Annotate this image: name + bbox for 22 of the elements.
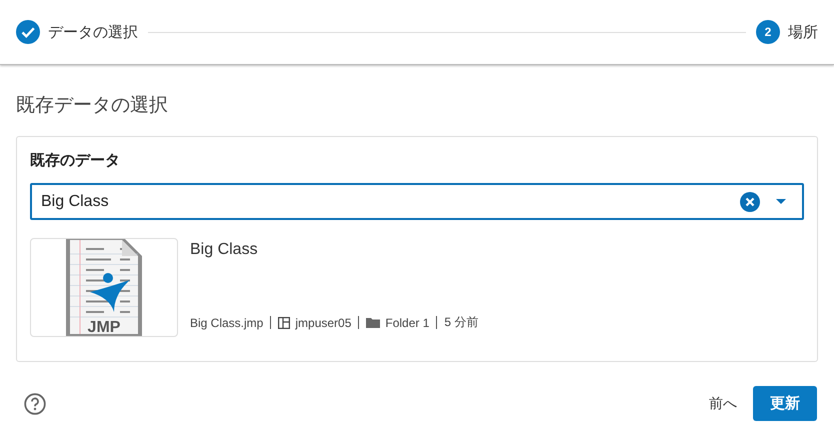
caret-icon	[776, 198, 786, 204]
text-field[interactable]: Big Class	[41, 192, 724, 210]
update-button[interactable]: 更新	[753, 386, 817, 421]
folder-icon	[366, 317, 380, 328]
clear-icon	[740, 192, 760, 212]
step-label: 場所	[788, 22, 818, 42]
data-combobox[interactable]: Big Class	[30, 183, 804, 220]
modified-time: 5 分前	[444, 314, 478, 331]
step-label: データの選択	[48, 22, 138, 42]
card-title: 既存のデータ	[30, 151, 121, 170]
folder-name: Folder 1	[385, 316, 430, 330]
file-name: Big Class.jmp	[190, 316, 264, 330]
help-button[interactable]	[24, 392, 46, 414]
step-number: 2	[756, 20, 780, 44]
result-title[interactable]: Big Class	[190, 241, 478, 259]
thumbnail-frame[interactable]: JMP	[30, 238, 178, 337]
layout-icon	[278, 316, 290, 328]
logo-text: JMP	[88, 319, 120, 336]
back-button[interactable]: 前へ	[701, 388, 745, 418]
owner-name: jmpuser05	[295, 316, 352, 330]
help-icon	[24, 392, 46, 414]
section-title: 既存データの選択	[16, 94, 169, 118]
